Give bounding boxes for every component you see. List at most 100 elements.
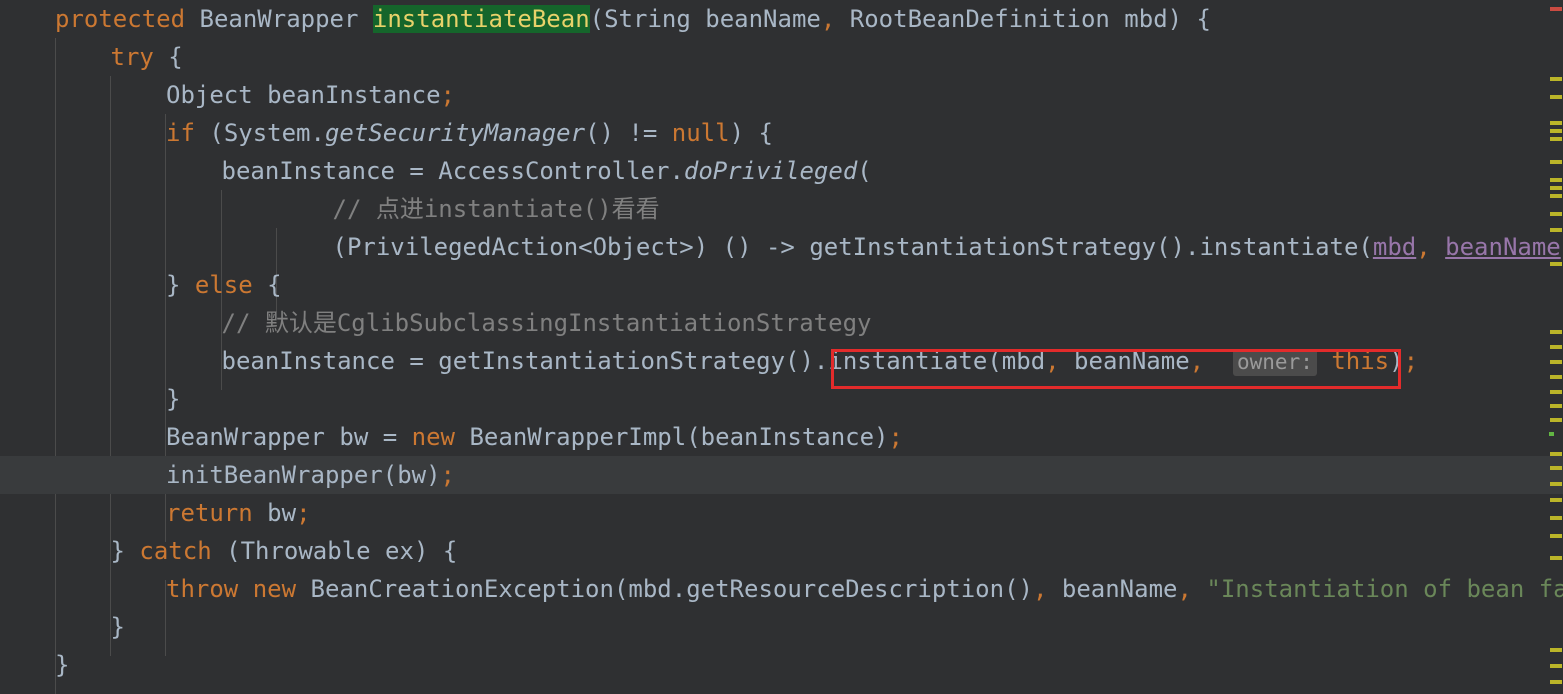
code-editor[interactable]: protected BeanWrapper instantiateBean(St… xyxy=(0,0,1563,694)
code-token: . xyxy=(310,119,325,147)
error-stripe-marker-warn[interactable] xyxy=(1550,129,1562,133)
code-token: getInstantiationStrategy xyxy=(438,347,786,375)
code-token: (PrivilegedAction<Object>) () -> xyxy=(332,233,810,261)
code-token: else xyxy=(194,271,253,299)
code-token: new xyxy=(252,575,297,603)
code-comment: // 默认是CglibSubclassingInstantiationStrat… xyxy=(221,309,872,337)
code-comment: // 点进instantiate()看看 xyxy=(332,195,660,223)
error-stripe-marker-warn[interactable] xyxy=(1550,482,1562,486)
code-line[interactable]: beanInstance = AccessController.doPrivil… xyxy=(0,152,1563,190)
error-stripe-marker-warn[interactable] xyxy=(1550,330,1562,334)
code-token: catch xyxy=(139,537,212,565)
error-stripe-marker-warn[interactable] xyxy=(1550,375,1562,379)
code-token: getInstantiationStrategy xyxy=(809,233,1157,261)
code-token: } xyxy=(166,385,181,413)
error-stripe-marker-warn[interactable] xyxy=(1550,466,1562,470)
code-line[interactable]: initBeanWrapper(bw); xyxy=(0,456,1563,494)
error-stripe-marker-warn[interactable] xyxy=(1550,390,1562,394)
code-token: , xyxy=(820,5,836,33)
code-line[interactable]: // 点进instantiate()看看 xyxy=(0,190,1563,228)
code-token: ( xyxy=(1358,233,1373,261)
code-text-area[interactable]: protected BeanWrapper instantiateBean(St… xyxy=(0,0,1563,694)
highlighted-symbol[interactable]: instantiateBean xyxy=(372,5,590,33)
code-line[interactable]: try { xyxy=(0,38,1563,76)
code-token: ; xyxy=(888,423,903,451)
parameter-name-hint[interactable]: owner: xyxy=(1233,349,1317,376)
error-stripe-marker-ok[interactable] xyxy=(1549,432,1554,436)
code-line[interactable]: return bw; xyxy=(0,494,1563,532)
code-token: throw xyxy=(166,575,239,603)
code-token: (bw) xyxy=(382,461,441,489)
code-token: . xyxy=(669,157,684,185)
code-token: } xyxy=(110,613,125,641)
error-stripe-marker-warn[interactable] xyxy=(1550,418,1562,422)
error-stripe-marker-warn[interactable] xyxy=(1550,194,1562,198)
code-line[interactable]: if (System.getSecurityManager() != null)… xyxy=(0,114,1563,152)
error-stripe-marker-warn[interactable] xyxy=(1550,452,1562,456)
code-line[interactable]: } xyxy=(0,608,1563,646)
code-line[interactable]: beanInstance = getInstantiationStrategy(… xyxy=(0,342,1563,380)
captured-parameter[interactable]: mbd xyxy=(1373,233,1416,261)
error-stripe-marker-warn[interactable] xyxy=(1550,534,1562,538)
error-stripe-marker-warn[interactable] xyxy=(1550,664,1562,668)
error-stripe-marker-warn[interactable] xyxy=(1550,178,1562,182)
code-token: ; xyxy=(1403,347,1419,375)
code-token: ) { xyxy=(1167,5,1212,33)
code-token: } xyxy=(55,651,70,679)
code-token: bw xyxy=(252,499,297,527)
error-stripe-marker-warn[interactable] xyxy=(1550,212,1562,216)
error-stripe-marker-warn[interactable] xyxy=(1550,404,1562,408)
error-stripe-marker-warn[interactable] xyxy=(1550,516,1562,520)
error-stripe-marker-warn[interactable] xyxy=(1550,160,1562,164)
code-line[interactable]: } xyxy=(0,646,1563,684)
code-token: (beanInstance) xyxy=(686,423,889,451)
captured-parameter[interactable]: beanName xyxy=(1445,233,1561,261)
code-line[interactable]: } catch (Throwable ex) { xyxy=(0,532,1563,570)
error-stripe-marker-warn[interactable] xyxy=(1550,262,1562,266)
error-stripe-marker-warn[interactable] xyxy=(1550,77,1562,81)
code-token: (). xyxy=(785,347,829,375)
code-token: bw = xyxy=(324,423,412,451)
code-token: beanName xyxy=(1047,575,1178,603)
code-token: ( xyxy=(589,5,605,33)
code-token: , xyxy=(1045,347,1060,375)
error-stripe-marker-err[interactable] xyxy=(1550,7,1562,11)
error-stripe-marker-warn[interactable] xyxy=(1550,95,1562,99)
code-line[interactable]: protected BeanWrapper instantiateBean(St… xyxy=(0,0,1563,38)
error-stripe-marker-warn[interactable] xyxy=(1550,228,1562,232)
code-line[interactable]: throw new BeanCreationException(mbd.getR… xyxy=(0,570,1563,608)
code-token: Throwable xyxy=(240,537,371,565)
error-stripe-marker-warn[interactable] xyxy=(1550,186,1562,190)
code-token: BeanWrapper xyxy=(166,423,325,451)
code-line[interactable]: // 默认是CglibSubclassingInstantiationStrat… xyxy=(0,304,1563,342)
code-line[interactable]: } else { xyxy=(0,266,1563,304)
code-line[interactable]: Object beanInstance; xyxy=(0,76,1563,114)
code-token: beanInstance xyxy=(252,81,441,109)
code-token: beanName xyxy=(1059,347,1190,375)
code-line[interactable]: BeanWrapper bw = new BeanWrapperImpl(bea… xyxy=(0,418,1563,456)
error-stripe-marker-warn[interactable] xyxy=(1550,648,1562,652)
error-stripe-marker-warn[interactable] xyxy=(1550,680,1562,684)
code-line[interactable]: } xyxy=(0,380,1563,418)
error-stripe-marker-warn[interactable] xyxy=(1550,345,1562,349)
code-token: ; xyxy=(440,461,455,489)
code-token: , xyxy=(1032,575,1048,603)
code-token: try xyxy=(110,43,154,71)
error-stripe-scrollbar[interactable] xyxy=(1547,0,1563,694)
error-stripe-marker-warn[interactable] xyxy=(1550,137,1562,141)
code-token: , xyxy=(1189,347,1205,375)
error-stripe-marker-warn[interactable] xyxy=(1550,556,1562,560)
error-stripe-marker-warn[interactable] xyxy=(1550,121,1562,125)
code-token: ex) { xyxy=(370,537,458,565)
code-line[interactable]: (PrivilegedAction<Object>) () -> getInst… xyxy=(0,228,1563,266)
error-stripe-marker-warn[interactable] xyxy=(1550,360,1562,364)
code-token: mbd xyxy=(1109,5,1168,33)
error-stripe-marker-warn[interactable] xyxy=(1550,498,1562,502)
code-token: } xyxy=(166,271,195,299)
